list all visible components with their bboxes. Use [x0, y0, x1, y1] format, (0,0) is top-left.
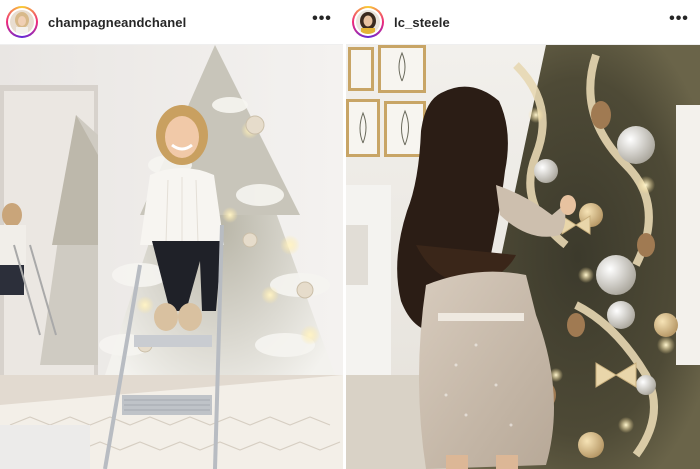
- post-photo[interactable]: [346, 45, 700, 469]
- photo-christmas-tree-woman-on-ladder: [0, 45, 343, 469]
- photo-woman-decorating-tree: [346, 45, 700, 469]
- more-options-icon[interactable]: •••: [309, 11, 335, 32]
- avatar[interactable]: [352, 6, 384, 38]
- instagram-post: champagneandchanel •••: [0, 0, 343, 469]
- instagram-post: lc_steele •••: [346, 0, 700, 469]
- post-username[interactable]: lc_steele: [394, 15, 666, 30]
- post-header: champagneandchanel •••: [0, 0, 343, 45]
- avatar-image: [10, 10, 34, 34]
- avatar-image: [356, 10, 380, 34]
- post-photo[interactable]: [0, 45, 343, 469]
- post-username[interactable]: champagneandchanel: [48, 15, 309, 30]
- avatar[interactable]: [6, 6, 38, 38]
- post-header: lc_steele •••: [346, 0, 700, 45]
- more-options-icon[interactable]: •••: [666, 11, 692, 32]
